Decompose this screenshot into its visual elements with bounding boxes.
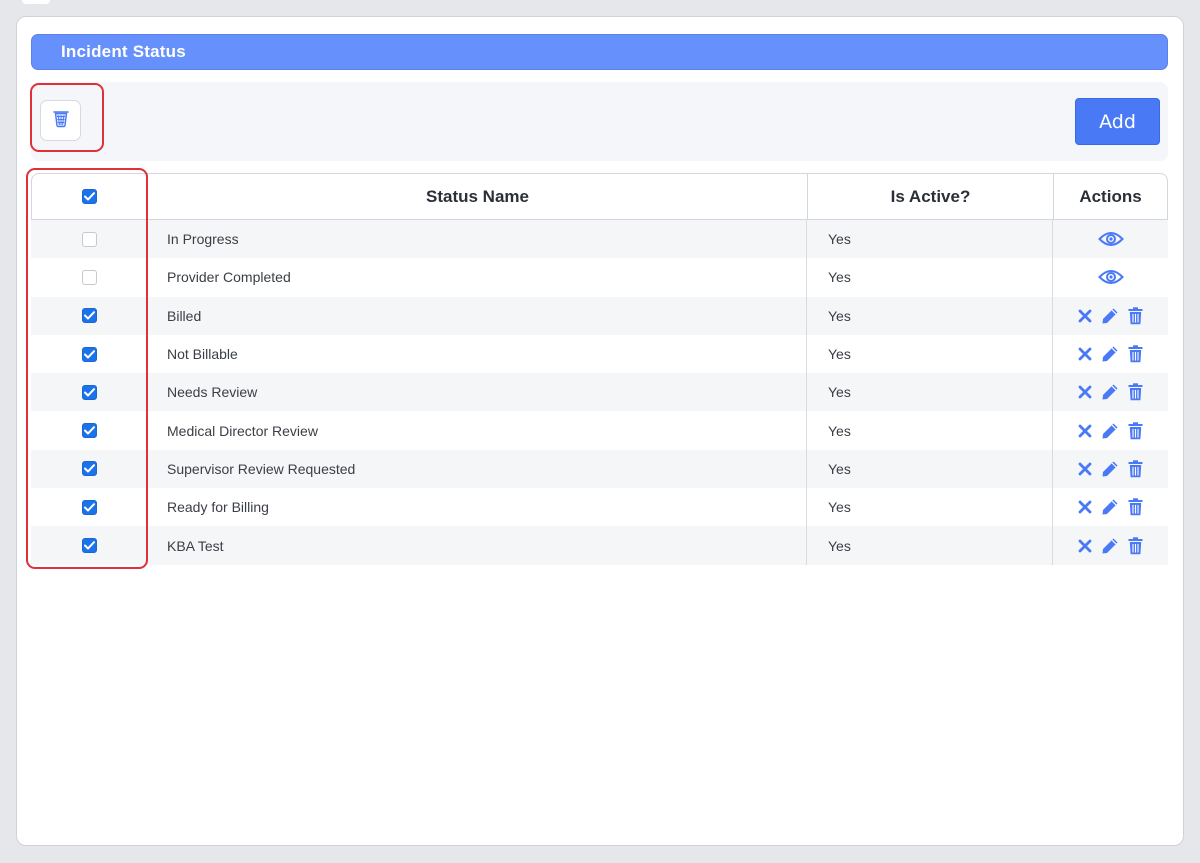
status-name-cell: Billed <box>147 296 807 335</box>
status-name-cell: Medical Director Review <box>147 411 807 450</box>
pencil-icon[interactable] <box>1101 460 1119 478</box>
actions-cell <box>1053 335 1168 373</box>
row-select-cell <box>31 450 147 488</box>
select-all-cell <box>32 174 148 219</box>
table-header: Status Name Is Active? Actions <box>31 173 1168 220</box>
row-select-cell <box>31 297 147 335</box>
table-row: Medical Director Review Yes <box>31 411 1168 450</box>
panel-title: Incident Status <box>31 34 1168 70</box>
row-checkbox[interactable] <box>81 499 97 515</box>
is-active-cell: Yes <box>807 220 1053 259</box>
table-row: Billed Yes <box>31 296 1168 335</box>
row-checkbox[interactable] <box>81 461 97 477</box>
actions-cell <box>1053 411 1168 449</box>
is-active-cell: Yes <box>807 258 1053 297</box>
pencil-icon[interactable] <box>1101 537 1119 555</box>
row-checkbox[interactable] <box>81 308 97 324</box>
table-body: In Progress Yes Provider Completed Yes Bille… <box>31 220 1168 565</box>
status-name-cell: KBA Test <box>147 526 807 565</box>
window-tab-stub <box>22 0 50 4</box>
pencil-icon[interactable] <box>1101 307 1119 325</box>
eye-icon[interactable] <box>1097 230 1124 248</box>
incident-status-panel: Incident Status Add Status Name Is Activ… <box>16 16 1184 846</box>
row-checkbox[interactable] <box>81 384 97 400</box>
status-name-cell: Supervisor Review Requested <box>147 449 807 489</box>
row-checkbox[interactable] <box>81 231 97 247</box>
row-select-cell <box>31 258 147 296</box>
select-all-checkbox[interactable] <box>82 189 97 204</box>
pencil-icon[interactable] <box>1101 422 1119 440</box>
trash-icon[interactable] <box>1128 498 1143 516</box>
status-name-cell: In Progress <box>147 220 807 259</box>
close-icon[interactable] <box>1078 462 1092 476</box>
is-active-cell: Yes <box>807 296 1053 335</box>
table-row: In Progress Yes <box>31 220 1168 259</box>
close-icon[interactable] <box>1078 500 1092 514</box>
add-button[interactable]: Add <box>1075 98 1160 145</box>
actions-cell <box>1053 220 1168 258</box>
actions-cell <box>1053 258 1168 296</box>
row-select-cell <box>31 373 147 411</box>
row-select-cell <box>31 526 147 564</box>
row-select-cell <box>31 488 147 526</box>
status-name-cell: Ready for Billing <box>147 488 807 527</box>
is-active-cell: Yes <box>807 334 1053 374</box>
is-active-cell: Yes <box>807 488 1053 527</box>
actions-cell <box>1053 526 1168 564</box>
table-row: Ready for Billing Yes <box>31 488 1168 527</box>
trash-icon[interactable] <box>1128 421 1143 440</box>
trash-icon[interactable] <box>1128 307 1143 325</box>
row-select-cell <box>31 411 147 449</box>
status-name-cell: Needs Review <box>147 373 807 412</box>
trash-icon[interactable] <box>1128 383 1143 401</box>
is-active-cell: Yes <box>807 449 1053 489</box>
column-header-is-active[interactable]: Is Active? <box>808 174 1054 219</box>
actions-cell <box>1053 488 1168 526</box>
table-row: Provider Completed Yes <box>31 258 1168 297</box>
status-name-cell: Not Billable <box>147 334 807 374</box>
close-icon[interactable] <box>1078 385 1092 399</box>
column-header-actions: Actions <box>1079 186 1142 206</box>
close-icon[interactable] <box>1078 309 1092 323</box>
trash-icon[interactable] <box>1128 460 1143 478</box>
status-name-cell: Provider Completed <box>147 258 807 297</box>
row-select-cell <box>31 220 147 258</box>
close-icon[interactable] <box>1078 424 1092 438</box>
table-row: KBA Test Yes <box>31 526 1168 565</box>
actions-cell <box>1053 297 1168 335</box>
pencil-icon[interactable] <box>1101 498 1119 516</box>
close-icon[interactable] <box>1078 539 1092 553</box>
row-checkbox[interactable] <box>81 269 97 285</box>
row-checkbox[interactable] <box>81 346 97 362</box>
pencil-icon[interactable] <box>1101 383 1119 401</box>
trash-icon[interactable] <box>1128 536 1143 555</box>
actions-cell <box>1053 450 1168 488</box>
is-active-cell: Yes <box>807 411 1053 450</box>
row-select-cell <box>31 335 147 373</box>
pencil-icon[interactable] <box>1101 345 1119 363</box>
table-row: Not Billable Yes <box>31 334 1168 374</box>
trash-icon[interactable] <box>1128 345 1143 363</box>
table-row: Supervisor Review Requested Yes <box>31 449 1168 489</box>
close-icon[interactable] <box>1078 347 1092 361</box>
bulk-delete-button[interactable] <box>40 100 81 141</box>
status-table: Status Name Is Active? Actions In Progre… <box>31 173 1168 565</box>
actions-cell <box>1053 373 1168 411</box>
column-header-status-name[interactable]: Status Name <box>148 174 808 219</box>
eye-icon[interactable] <box>1097 268 1124 286</box>
is-active-cell: Yes <box>807 526 1053 565</box>
table-row: Needs Review Yes <box>31 373 1168 412</box>
toolbar: Add <box>31 82 1168 161</box>
trash-icon <box>52 108 70 133</box>
row-checkbox[interactable] <box>81 423 97 439</box>
row-checkbox[interactable] <box>81 538 97 554</box>
is-active-cell: Yes <box>807 373 1053 412</box>
